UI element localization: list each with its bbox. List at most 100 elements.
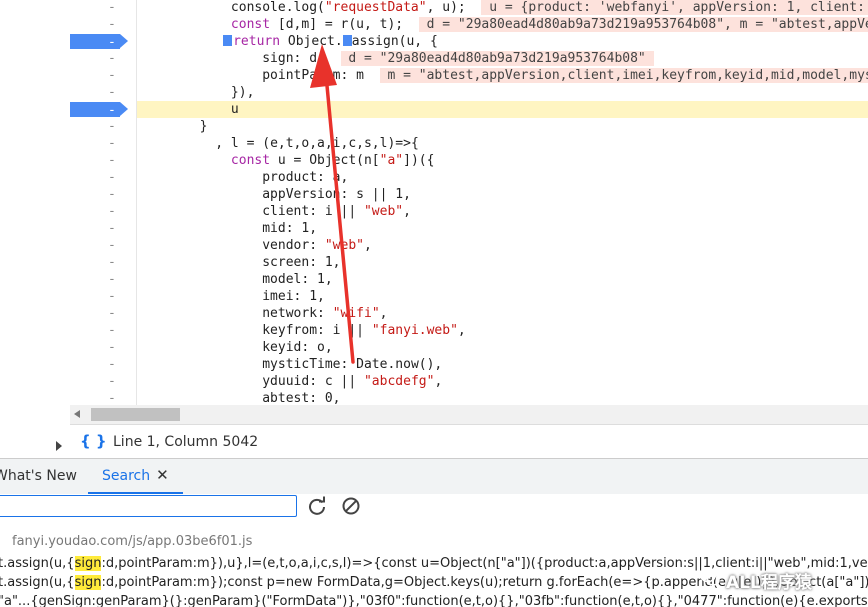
gutter-line[interactable]: - bbox=[70, 271, 136, 288]
watermark: ALL程序猿 bbox=[700, 565, 868, 595]
code-line[interactable]: sign: d, d = "29a80ead4d80ab9a73d219a953… bbox=[137, 50, 868, 67]
tab-search[interactable]: Search ✕ bbox=[88, 459, 183, 494]
gutter-line[interactable]: - bbox=[70, 322, 136, 339]
code-token: , bbox=[379, 306, 388, 321]
gutter-line[interactable]: - bbox=[70, 0, 136, 16]
scrollbar-thumb[interactable] bbox=[91, 408, 180, 421]
refresh-icon[interactable] bbox=[306, 495, 328, 517]
gutter-line[interactable]: - bbox=[70, 203, 136, 220]
gutter-line[interactable]: - bbox=[70, 305, 136, 322]
result-match: sign bbox=[74, 575, 102, 590]
code-token: "requestData" bbox=[324, 0, 427, 15]
cursor-position: Line 1, Column 5042 bbox=[113, 434, 259, 450]
gutter-dash: - bbox=[108, 35, 116, 50]
code-token: } bbox=[199, 119, 208, 134]
gutter-line[interactable]: - bbox=[70, 84, 136, 101]
gutter-line[interactable]: - bbox=[70, 135, 136, 152]
gutter-dash: - bbox=[108, 221, 116, 236]
expand-triangle-icon[interactable] bbox=[56, 441, 62, 451]
gutter-line[interactable]: - bbox=[70, 169, 136, 186]
code-token: , l = (e,t,o,a,i,c,s,l)=>{ bbox=[199, 136, 419, 151]
gutter-line[interactable]: - bbox=[70, 118, 136, 135]
gutter-dash: - bbox=[108, 136, 116, 151]
watermark-text: ALL程序猿 bbox=[726, 573, 812, 593]
horizontal-scrollbar[interactable] bbox=[70, 405, 868, 424]
code-line[interactable]: const u = Object(n["a"])({ bbox=[137, 152, 868, 169]
code-line[interactable]: keyfrom: i || "fanyi.web", bbox=[137, 322, 868, 339]
code-token: mysticTime: Date.now(), bbox=[262, 357, 443, 372]
code-token: product: a, bbox=[262, 170, 349, 185]
code-token: appVersion: s || 1, bbox=[262, 187, 411, 202]
gutter-dash: - bbox=[108, 272, 116, 287]
gutter-line[interactable]: - bbox=[70, 186, 136, 203]
line-gutter[interactable]: ------------------------ bbox=[70, 0, 137, 408]
code-line[interactable]: } bbox=[137, 118, 868, 135]
code-line[interactable]: network: "wifi", bbox=[137, 305, 868, 322]
code-line[interactable]: imei: 1, bbox=[137, 288, 868, 305]
close-icon[interactable]: ✕ bbox=[156, 466, 169, 484]
scroll-left-icon[interactable] bbox=[74, 410, 80, 418]
code-area[interactable]: console.log("requestData", u); u = {prod… bbox=[137, 0, 868, 408]
code-line[interactable]: product: a, bbox=[137, 169, 868, 186]
gutter-line[interactable]: - bbox=[70, 16, 136, 33]
code-token: [d,m] = r(u, t); bbox=[270, 17, 419, 32]
code-line[interactable]: keyid: o, bbox=[137, 339, 868, 356]
code-line[interactable]: }), bbox=[137, 84, 868, 101]
code-line[interactable]: const [d,m] = r(u, t); d = "29a80ead4d80… bbox=[137, 16, 868, 33]
code-line[interactable]: screen: 1, bbox=[137, 254, 868, 271]
navigator-pane bbox=[0, 0, 70, 408]
code-line[interactable]: , l = (e,t,o,a,i,c,s,l)=>{ bbox=[137, 135, 868, 152]
code-line[interactable]: u bbox=[137, 101, 868, 118]
code-editor[interactable]: ------------------------ console.log("re… bbox=[0, 0, 868, 408]
gutter-line[interactable]: - bbox=[70, 254, 136, 271]
code-token: , bbox=[403, 204, 411, 219]
code-token: sign: d, bbox=[262, 51, 341, 66]
code-line[interactable]: pointParam: m m = "abtest,appVersion,cli… bbox=[137, 67, 868, 84]
gutter-line[interactable]: - bbox=[70, 288, 136, 305]
gutter-dash: - bbox=[108, 323, 116, 338]
gutter-dash: - bbox=[108, 255, 116, 270]
gutter-line[interactable]: - bbox=[70, 152, 136, 169]
gutter-dash: - bbox=[108, 103, 116, 118]
code-token: Object. bbox=[280, 34, 343, 49]
gutter-dash: - bbox=[108, 119, 116, 134]
pause-location-icon bbox=[342, 35, 352, 46]
pretty-print-icon[interactable]: { } bbox=[80, 432, 107, 450]
code-token: , u); bbox=[426, 0, 482, 15]
gutter-dash: - bbox=[108, 289, 116, 304]
code-token: "fanyi.web" bbox=[371, 323, 458, 338]
code-token: }), bbox=[230, 85, 255, 100]
wechat-logo-icon bbox=[700, 569, 720, 586]
gutter-dash: - bbox=[108, 170, 116, 185]
gutter-line[interactable]: - bbox=[70, 356, 136, 373]
gutter-dash: - bbox=[108, 51, 116, 66]
tab-search-label: Search bbox=[102, 468, 151, 484]
gutter-line[interactable]: - bbox=[70, 101, 136, 118]
clear-icon[interactable] bbox=[340, 495, 362, 517]
gutter-line[interactable]: - bbox=[70, 33, 136, 50]
gutter-line[interactable]: - bbox=[70, 50, 136, 67]
code-line[interactable]: appVersion: s || 1, bbox=[137, 186, 868, 203]
gutter-line[interactable]: - bbox=[70, 373, 136, 390]
gutter-dash: - bbox=[108, 187, 116, 202]
breakpoint-marker[interactable]: - bbox=[70, 102, 128, 118]
code-line[interactable]: vendor: "web", bbox=[137, 237, 868, 254]
tab-whats-new[interactable]: What's New bbox=[0, 468, 77, 484]
code-line[interactable]: model: 1, bbox=[137, 271, 868, 288]
breakpoint-marker[interactable]: - bbox=[70, 34, 128, 50]
code-token: imei: 1, bbox=[262, 289, 325, 304]
gutter-line[interactable]: - bbox=[70, 67, 136, 84]
code-line[interactable]: mid: 1, bbox=[137, 220, 868, 237]
code-token: keyid: o, bbox=[262, 340, 333, 355]
gutter-line[interactable]: - bbox=[70, 339, 136, 356]
code-line[interactable]: console.log("requestData", u); u = {prod… bbox=[137, 0, 868, 16]
code-line[interactable]: mysticTime: Date.now(), bbox=[137, 356, 868, 373]
code-line[interactable]: client: i || "web", bbox=[137, 203, 868, 220]
code-line[interactable]: return Object. assign(u, { bbox=[137, 33, 868, 50]
code-line[interactable]: yduuid: c || "abcdefg", bbox=[137, 373, 868, 390]
search-input[interactable] bbox=[0, 495, 297, 517]
gutter-line[interactable]: - bbox=[70, 220, 136, 237]
code-token: u bbox=[230, 102, 239, 117]
result-file-path[interactable]: fanyi.youdao.com/js/app.03be6f01.js bbox=[12, 534, 252, 549]
gutter-line[interactable]: - bbox=[70, 237, 136, 254]
